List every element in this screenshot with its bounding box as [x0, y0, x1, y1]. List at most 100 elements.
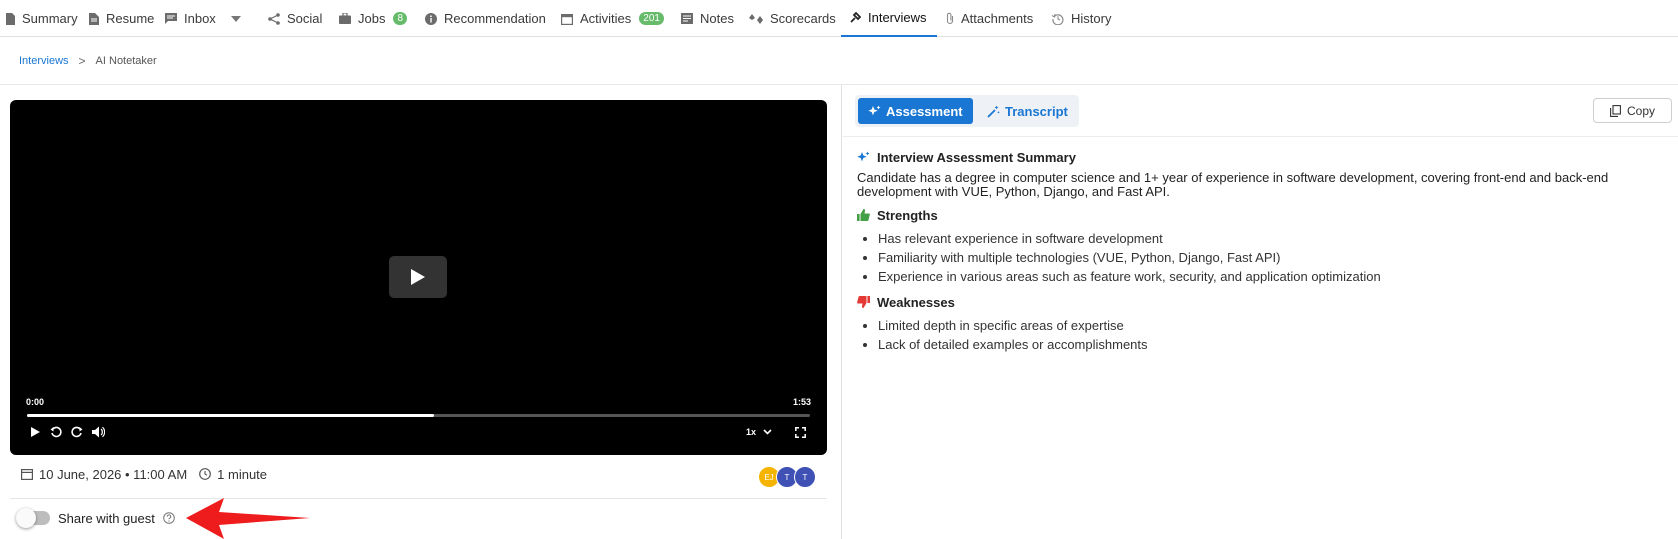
- play-button[interactable]: [27, 424, 43, 440]
- weaknesses-heading: Weaknesses: [857, 294, 1667, 310]
- meeting-meta: 10 June, 2026 • 11:00 AM 1 minute: [21, 466, 267, 482]
- help-icon[interactable]: [163, 512, 175, 524]
- thumbs-up-icon: [857, 209, 870, 221]
- view-toggle: Assessment Transcript: [855, 95, 1079, 127]
- tab-social[interactable]: Social: [268, 0, 322, 37]
- video-progress-bar[interactable]: [27, 414, 810, 417]
- resume-icon: [89, 12, 99, 25]
- summary-heading: Interview Assessment Summary: [857, 149, 1667, 165]
- tab-inbox[interactable]: Inbox: [165, 0, 241, 37]
- breadcrumb-separator: >: [78, 53, 86, 68]
- avatar[interactable]: T: [794, 466, 816, 488]
- strengths-heading: Strengths: [857, 207, 1667, 223]
- fullscreen-button[interactable]: [792, 424, 808, 440]
- tab-recommendation[interactable]: Recommendation: [425, 0, 546, 37]
- tab-jobs[interactable]: Jobs 8: [339, 0, 408, 37]
- sparkle-icon: [857, 151, 870, 161]
- tab-assessment[interactable]: Assessment: [858, 98, 973, 124]
- calendar-icon: [561, 13, 573, 25]
- copy-button[interactable]: Copy: [1593, 98, 1672, 123]
- share-with-guest-row: Share with guest: [16, 506, 175, 530]
- tab-interviews[interactable]: Interviews: [841, 0, 937, 37]
- red-arrow-annotation: [186, 498, 310, 539]
- tab-attachments[interactable]: Attachments: [946, 0, 1033, 37]
- jobs-count-badge: 8: [393, 12, 408, 25]
- divider: [10, 498, 827, 499]
- strengths-title: Strengths: [877, 207, 938, 223]
- volume-button[interactable]: [90, 424, 106, 440]
- tab-label: Interviews: [868, 10, 927, 25]
- summary-icon: [6, 12, 15, 25]
- tab-activities[interactable]: Activities 201: [561, 0, 664, 37]
- rewind-button[interactable]: [48, 424, 64, 440]
- rewind-icon: [50, 426, 62, 438]
- tab-label: Recommendation: [444, 11, 546, 26]
- volume-icon: [91, 426, 105, 438]
- info-icon: [425, 12, 437, 25]
- breadcrumb-current: AI Notetaker: [95, 54, 157, 67]
- participant-avatars: EJ T T: [758, 466, 816, 488]
- tab-summary[interactable]: Summary: [5, 0, 78, 37]
- tab-label: Social: [287, 11, 323, 26]
- tab-label: Notes: [700, 11, 734, 26]
- tab-transcript[interactable]: Transcript: [977, 98, 1078, 124]
- meeting-duration: 1 minute: [217, 466, 268, 482]
- tab-label: Resume: [106, 11, 155, 26]
- forward-icon: [71, 426, 83, 438]
- forward-button[interactable]: [69, 424, 85, 440]
- assessment-header: Assessment Transcript Copy: [843, 85, 1678, 137]
- share-icon: [268, 12, 280, 25]
- recording-panel: 0:00 1:53 1x 10 June, 2026 • 11:00 AM 1 …: [0, 85, 842, 539]
- list-item: Has relevant experience in software deve…: [878, 229, 1667, 248]
- big-play-button[interactable]: [389, 256, 447, 298]
- share-with-guest-label: Share with guest: [58, 510, 155, 526]
- top-tab-bar: Summary Resume Inbox Social Jobs 8 Recom…: [0, 0, 1678, 37]
- playback-speed-select[interactable]: 1x: [746, 424, 772, 440]
- tab-label: Scorecards: [770, 11, 836, 26]
- clock-icon: [199, 468, 212, 480]
- list-item: Experience in various areas such as feat…: [878, 267, 1667, 286]
- tab-label: Inbox: [184, 11, 216, 26]
- tab-label: Activities: [580, 11, 632, 26]
- strengths-list: Has relevant experience in software deve…: [857, 229, 1667, 286]
- tab-history[interactable]: History: [1052, 0, 1111, 37]
- notes-icon: [681, 13, 693, 24]
- playback-speed-value: 1x: [746, 427, 757, 437]
- inbox-icon: [165, 13, 177, 24]
- summary-text: Candidate has a degree in computer scien…: [857, 170, 1609, 199]
- tab-assessment-label: Assessment: [886, 103, 963, 119]
- magic-wand-icon: [987, 105, 1000, 118]
- calendar-icon: [21, 469, 33, 480]
- assessment-panel: Assessment Transcript Copy Interview Ass…: [843, 85, 1678, 539]
- share-with-guest-toggle[interactable]: [16, 508, 50, 528]
- assessment-summary: Interview Assessment Summary Candidate h…: [857, 149, 1667, 354]
- tab-scorecards[interactable]: Scorecards: [749, 0, 836, 37]
- tab-label: History: [1071, 11, 1112, 26]
- tab-label: Summary: [22, 11, 78, 26]
- interview-icon: [850, 11, 861, 23]
- chevron-down-icon: [763, 429, 772, 435]
- play-icon: [411, 269, 425, 285]
- tab-notes[interactable]: Notes: [681, 0, 734, 37]
- tab-label: Attachments: [961, 11, 1034, 26]
- copy-icon: [1610, 104, 1621, 117]
- list-item: Familiarity with multiple technologies (…: [878, 248, 1667, 267]
- paperclip-icon: [946, 12, 954, 25]
- breadcrumb-interviews-link[interactable]: Interviews: [19, 55, 69, 67]
- list-item: Limited depth in specific areas of exper…: [878, 316, 1667, 335]
- summary-title: Interview Assessment Summary: [877, 149, 1076, 165]
- chevron-down-icon[interactable]: [230, 15, 241, 22]
- video-current-time: 0:00: [26, 397, 45, 407]
- toggle-knob: [16, 508, 36, 528]
- briefcase-icon: [339, 13, 351, 24]
- tab-resume[interactable]: Resume: [89, 0, 154, 37]
- video-player[interactable]: 0:00 1:53 1x: [10, 100, 827, 455]
- sparkle-icon: [868, 105, 881, 115]
- scorecard-icon: [749, 13, 763, 24]
- play-icon: [30, 427, 40, 437]
- list-item: Lack of detailed examples or accomplishm…: [878, 335, 1667, 354]
- tab-transcript-label: Transcript: [1005, 103, 1068, 119]
- thumbs-down-icon: [857, 296, 870, 308]
- weaknesses-title: Weaknesses: [877, 294, 955, 310]
- video-total-time: 1:53: [792, 397, 811, 407]
